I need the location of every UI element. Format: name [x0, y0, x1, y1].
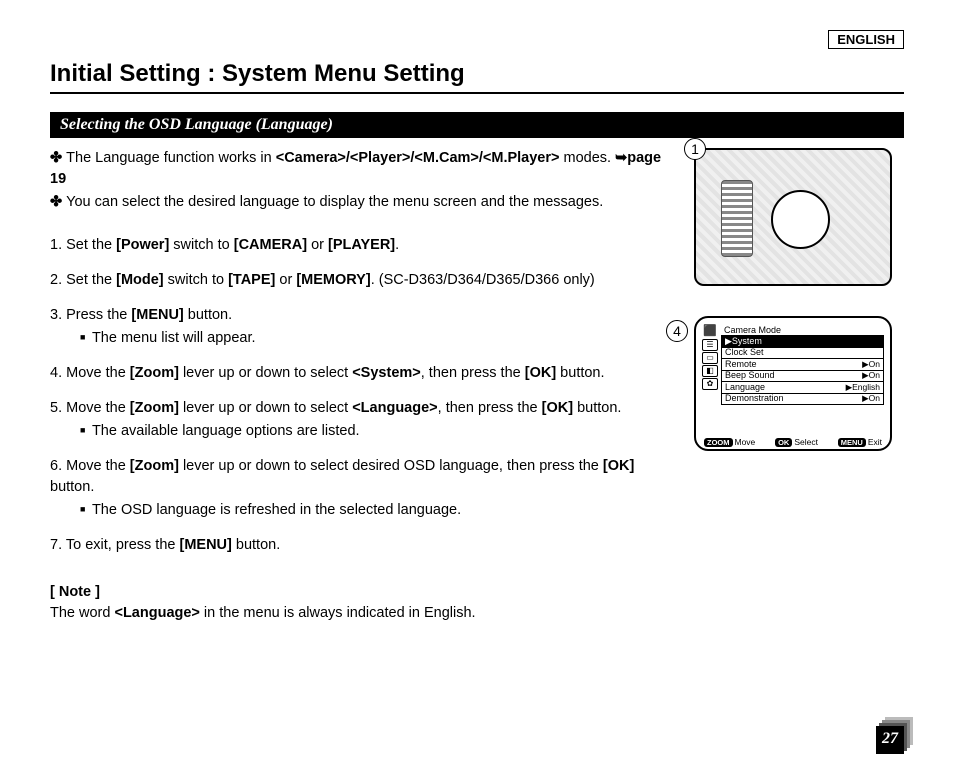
figure-column: 1 4 ⬛ ☰ ▭ ◧ ✿ Camera Mode ▶System [694, 148, 904, 624]
figure-badge-1: 1 [684, 138, 706, 160]
page-number: 27 [876, 726, 904, 754]
camera-illustration [694, 148, 892, 286]
note-block: [ Note ] The word <Language> in the menu… [50, 582, 679, 624]
intro-item: ✤The Language function works in <Camera>… [50, 148, 679, 190]
steps-list: 1. Set the [Power] switch to [CAMERA] or… [50, 235, 679, 556]
step-item: 6. Move the [Zoom] lever up or down to s… [50, 456, 679, 521]
figure-1: 1 [694, 148, 904, 286]
ok-pill: OK [775, 438, 792, 447]
step-item: 3. Press the [MENU] button. The menu lis… [50, 305, 679, 349]
step-item: 7. To exit, press the [MENU] button. [50, 535, 679, 556]
step-item: 5. Move the [Zoom] lever up or down to s… [50, 398, 679, 442]
tape-icon: ☰ [702, 339, 718, 351]
step-item: 1. Set the [Power] switch to [CAMERA] or… [50, 235, 679, 256]
note-title: [ Note ] [50, 582, 679, 603]
intro-item: ✤You can select the desired language to … [50, 192, 679, 213]
menu-screen: ⬛ ☰ ▭ ◧ ✿ Camera Mode ▶System Clock Set … [694, 316, 892, 451]
bullet-icon: ✤ [50, 150, 62, 166]
section-heading: Selecting the OSD Language (Language) [50, 112, 904, 138]
figure-4: 4 ⬛ ☰ ▭ ◧ ✿ Camera Mode ▶System Clock Se… [694, 316, 904, 451]
page-title: Initial Setting : System Menu Setting [50, 60, 904, 94]
step-item: 4. Move the [Zoom] lever up or down to s… [50, 363, 679, 384]
menu-icon-column: ⬛ ☰ ▭ ◧ ✿ [702, 324, 718, 434]
memory-icon: ▭ [702, 352, 718, 364]
intro-list: ✤The Language function works in <Camera>… [50, 148, 679, 213]
step-subtext: The menu list will appear. [80, 328, 679, 349]
language-tag: ENGLISH [828, 30, 904, 49]
zoom-pill: ZOOM [704, 438, 733, 447]
menu-footer: ZOOMMove OKSelect MENUExit [702, 434, 884, 447]
figure-badge-4: 4 [666, 320, 688, 342]
step-subtext: The available language options are liste… [80, 421, 679, 442]
menu-list: Camera Mode ▶System Clock Set Remote▶On … [721, 324, 884, 434]
bullet-icon: ✤ [50, 194, 62, 210]
menu-item: Demonstration▶On [721, 393, 884, 406]
step-subtext: The OSD language is refreshed in the sel… [80, 500, 679, 521]
camera-icon: ◧ [702, 365, 718, 377]
step-item: 2. Set the [Mode] switch to [TAPE] or [M… [50, 270, 679, 291]
menu-pill: MENU [838, 438, 866, 447]
camcorder-icon: ⬛ [702, 326, 718, 338]
gear-icon: ✿ [702, 378, 718, 390]
